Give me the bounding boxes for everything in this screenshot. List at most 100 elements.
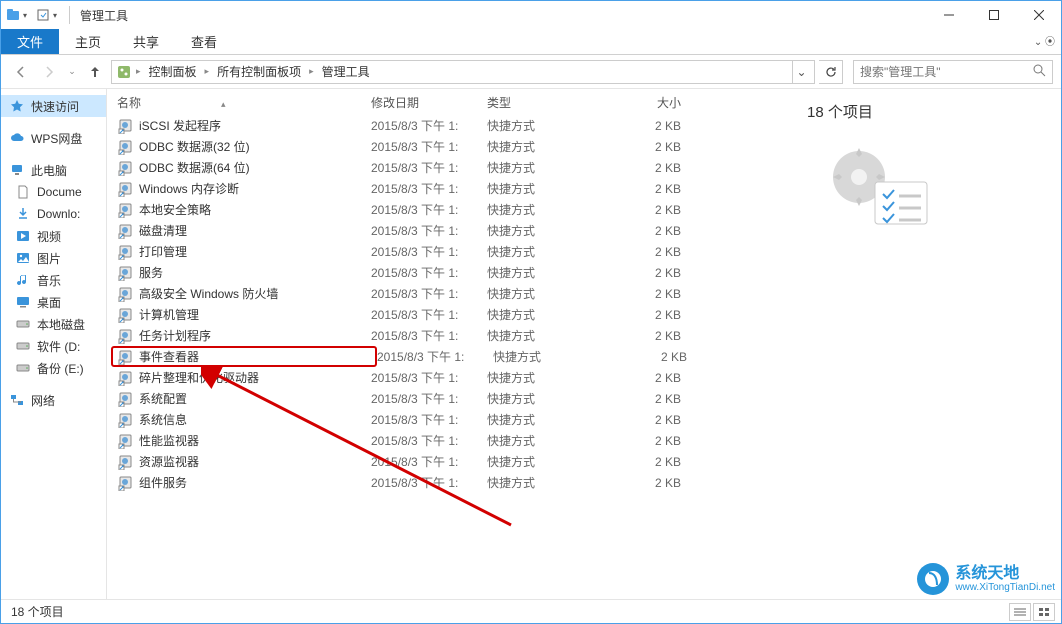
- sidebar-label: Docume: [37, 185, 82, 199]
- refresh-button[interactable]: [819, 60, 843, 84]
- file-size: 2 KB: [611, 203, 691, 217]
- address-dropdown-icon[interactable]: ⌄: [792, 61, 810, 83]
- crumb-sep-icon[interactable]: ▸: [134, 66, 143, 77]
- crumb-sep-icon[interactable]: ▸: [203, 66, 212, 77]
- file-name: 碎片整理和优化驱动器: [139, 369, 371, 386]
- file-row[interactable]: 服务2015/8/3 下午 1:快捷方式2 KB: [107, 262, 789, 283]
- maximize-button[interactable]: [971, 1, 1016, 29]
- view-buttons: [1009, 603, 1055, 621]
- search-box[interactable]: [853, 60, 1053, 84]
- drive-icon: [15, 338, 31, 354]
- col-size[interactable]: 大小: [611, 94, 691, 111]
- file-date: 2015/8/3 下午 1:: [371, 432, 487, 449]
- qat-dropdown-icon[interactable]: ▾: [23, 11, 33, 20]
- file-size: 2 KB: [611, 434, 691, 448]
- properties-icon[interactable]: [35, 7, 51, 23]
- file-tab[interactable]: 文件: [1, 29, 59, 54]
- sidebar-item-this-pc[interactable]: 此电脑: [1, 159, 106, 181]
- title-bar: ▾ ▾ 管理工具: [1, 1, 1061, 29]
- file-size: 2 KB: [611, 182, 691, 196]
- search-input[interactable]: [860, 65, 1033, 79]
- app-icon: [5, 7, 21, 23]
- file-row[interactable]: 系统配置2015/8/3 下午 1:快捷方式2 KB: [107, 388, 789, 409]
- sidebar-item-local-disk[interactable]: 本地磁盘: [1, 313, 106, 335]
- ribbon: 文件 主页 共享 查看 ⌄ ⦿: [1, 29, 1061, 55]
- details-view-button[interactable]: [1009, 603, 1031, 621]
- file-date: 2015/8/3 下午 1:: [371, 285, 487, 302]
- crumb-control-panel[interactable]: 控制面板: [145, 63, 201, 80]
- shortcut-icon: [117, 223, 135, 239]
- search-icon[interactable]: [1033, 64, 1046, 80]
- sidebar-item-network[interactable]: 网络: [1, 389, 106, 411]
- icons-view-button[interactable]: [1033, 603, 1055, 621]
- shortcut-icon: [117, 307, 135, 323]
- shortcut-icon: [117, 370, 135, 386]
- file-row[interactable]: 磁盘清理2015/8/3 下午 1:快捷方式2 KB: [107, 220, 789, 241]
- back-button[interactable]: [9, 60, 33, 84]
- file-row[interactable]: iSCSI 发起程序2015/8/3 下午 1:快捷方式2 KB: [107, 115, 789, 136]
- crumb-all-items[interactable]: 所有控制面板项: [213, 63, 305, 80]
- ribbon-expand-icon[interactable]: ⌄ ⦿: [1034, 33, 1055, 48]
- file-row[interactable]: 打印管理2015/8/3 下午 1:快捷方式2 KB: [107, 241, 789, 262]
- file-row[interactable]: 高级安全 Windows 防火墙2015/8/3 下午 1:快捷方式2 KB: [107, 283, 789, 304]
- star-icon: [9, 98, 25, 114]
- col-date[interactable]: 修改日期: [371, 94, 487, 111]
- file-row[interactable]: 事件查看器2015/8/3 下午 1:快捷方式2 KB: [107, 346, 789, 367]
- view-tab[interactable]: 查看: [175, 29, 233, 54]
- sidebar-item-videos[interactable]: 视频: [1, 225, 106, 247]
- sidebar-item-quick-access[interactable]: 快速访问: [1, 95, 106, 117]
- up-button[interactable]: [83, 60, 107, 84]
- sidebar-item-desktop[interactable]: 桌面: [1, 291, 106, 313]
- file-row[interactable]: ODBC 数据源(32 位)2015/8/3 下午 1:快捷方式2 KB: [107, 136, 789, 157]
- file-size: 2 KB: [617, 350, 697, 364]
- sidebar-item-pictures[interactable]: 图片: [1, 247, 106, 269]
- sort-asc-icon: ▴: [221, 99, 226, 109]
- watermark-icon: [915, 561, 951, 597]
- qat-dropdown2-icon[interactable]: ▾: [53, 11, 63, 20]
- file-type: 快捷方式: [487, 327, 611, 344]
- file-type: 快捷方式: [487, 243, 611, 260]
- file-row[interactable]: 本地安全策略2015/8/3 下午 1:快捷方式2 KB: [107, 199, 789, 220]
- shortcut-icon: [117, 181, 135, 197]
- sidebar-item-downloads[interactable]: Downlo:: [1, 203, 106, 225]
- file-size: 2 KB: [611, 119, 691, 133]
- minimize-button[interactable]: [926, 1, 971, 29]
- sidebar-item-wps[interactable]: WPS网盘: [1, 127, 106, 149]
- crumb-admin-tools[interactable]: 管理工具: [318, 63, 374, 80]
- file-row[interactable]: 计算机管理2015/8/3 下午 1:快捷方式2 KB: [107, 304, 789, 325]
- file-row[interactable]: 资源监视器2015/8/3 下午 1:快捷方式2 KB: [107, 451, 789, 472]
- control-panel-icon: [116, 64, 132, 80]
- pictures-icon: [15, 250, 31, 266]
- shortcut-icon: [117, 202, 135, 218]
- pc-icon: [9, 162, 25, 178]
- forward-button[interactable]: [37, 60, 61, 84]
- file-name: 事件查看器: [139, 348, 371, 365]
- file-row[interactable]: 组件服务2015/8/3 下午 1:快捷方式2 KB: [107, 472, 789, 493]
- sidebar-label: Downlo:: [37, 207, 80, 221]
- file-row[interactable]: 碎片整理和优化驱动器2015/8/3 下午 1:快捷方式2 KB: [107, 367, 789, 388]
- file-row[interactable]: Windows 内存诊断2015/8/3 下午 1:快捷方式2 KB: [107, 178, 789, 199]
- sidebar-item-documents[interactable]: Docume: [1, 181, 106, 203]
- file-type: 快捷方式: [487, 369, 611, 386]
- close-button[interactable]: [1016, 1, 1061, 29]
- sidebar-item-software[interactable]: 软件 (D:: [1, 335, 106, 357]
- file-size: 2 KB: [611, 224, 691, 238]
- file-name: 资源监视器: [139, 453, 371, 470]
- file-row[interactable]: 任务计划程序2015/8/3 下午 1:快捷方式2 KB: [107, 325, 789, 346]
- main-pane: 名称▴ 修改日期 类型 大小 iSCSI 发起程序2015/8/3 下午 1:快…: [107, 89, 1061, 601]
- watermark: 系统天地 www.XiTongTianDi.net: [915, 561, 1055, 597]
- share-tab[interactable]: 共享: [117, 29, 175, 54]
- col-name[interactable]: 名称▴: [117, 94, 371, 111]
- home-tab[interactable]: 主页: [59, 29, 117, 54]
- file-row[interactable]: ODBC 数据源(64 位)2015/8/3 下午 1:快捷方式2 KB: [107, 157, 789, 178]
- recent-dropdown[interactable]: ⌄: [65, 60, 79, 84]
- address-bar[interactable]: ▸ 控制面板 ▸ 所有控制面板项 ▸ 管理工具 ⌄: [111, 60, 815, 84]
- file-row[interactable]: 系统信息2015/8/3 下午 1:快捷方式2 KB: [107, 409, 789, 430]
- col-type[interactable]: 类型: [487, 94, 611, 111]
- file-name: ODBC 数据源(32 位): [139, 138, 371, 155]
- sidebar-item-music[interactable]: 音乐: [1, 269, 106, 291]
- crumb-sep-icon[interactable]: ▸: [307, 66, 316, 77]
- file-row[interactable]: 性能监视器2015/8/3 下午 1:快捷方式2 KB: [107, 430, 789, 451]
- sidebar-item-backup[interactable]: 备份 (E:): [1, 357, 106, 379]
- shortcut-icon: [117, 118, 135, 134]
